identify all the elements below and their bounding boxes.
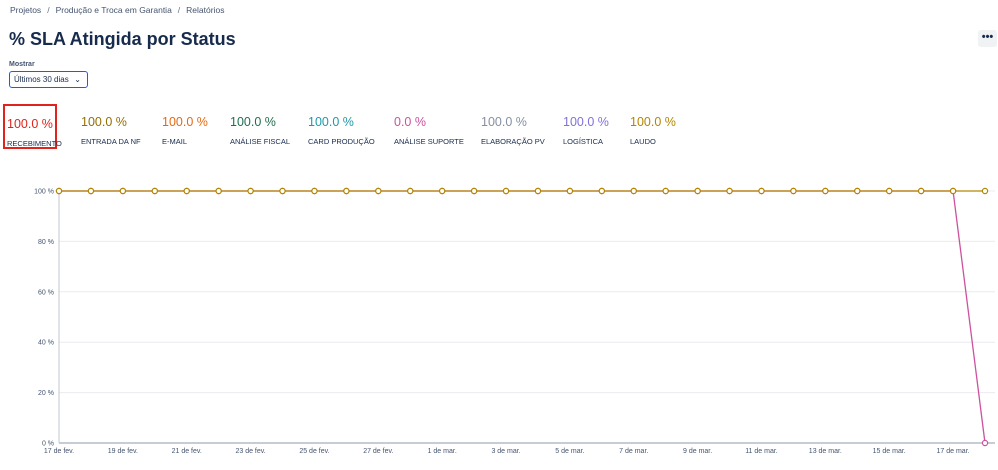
series-line bbox=[59, 190, 986, 444]
data-point bbox=[949, 187, 957, 195]
data-point bbox=[630, 187, 637, 195]
data-point bbox=[566, 187, 574, 195]
data-point bbox=[917, 187, 925, 195]
x-tick-label: 15 de mar. bbox=[873, 448, 906, 455]
data-point bbox=[407, 187, 414, 195]
y-tick-label: 40 % bbox=[38, 340, 54, 347]
data-point bbox=[438, 187, 446, 195]
x-tick-label: 17 de mar. bbox=[937, 448, 970, 455]
x-tick-label: 23 de fev. bbox=[235, 448, 265, 455]
data-point bbox=[375, 187, 382, 195]
x-tick-label: 27 de fev. bbox=[363, 448, 393, 455]
data-point bbox=[470, 187, 478, 195]
data-point bbox=[119, 187, 127, 195]
data-point bbox=[502, 187, 510, 195]
x-tick-label: 9 de mar. bbox=[683, 448, 712, 455]
data-point bbox=[886, 187, 893, 195]
x-tick-label: 17 de fev. bbox=[44, 448, 74, 455]
data-point bbox=[55, 187, 63, 195]
data-point bbox=[151, 187, 158, 195]
data-point bbox=[311, 187, 318, 195]
sla-line-chart: 100 % 80 % 60 % 40 % 20 % 0 %17 de fev. 19 de … bbox=[34, 187, 995, 455]
data-point bbox=[854, 187, 861, 195]
data-point bbox=[662, 187, 669, 195]
data-point bbox=[758, 187, 765, 195]
y-tick-label: 80 % bbox=[38, 239, 54, 246]
x-tick-label: 5 de mar. bbox=[555, 448, 584, 455]
data-point bbox=[981, 187, 989, 195]
y-tick-label: 100 % bbox=[34, 189, 54, 196]
x-tick-label: 21 de fev. bbox=[172, 448, 202, 455]
data-point bbox=[598, 187, 606, 195]
data-point bbox=[87, 187, 95, 195]
x-tick-label: 25 de fev. bbox=[299, 448, 329, 455]
y-tick-label: 60 % bbox=[38, 289, 54, 296]
data-point bbox=[790, 187, 797, 195]
data-point bbox=[981, 439, 989, 447]
x-tick-label: 13 de mar. bbox=[809, 448, 842, 455]
data-point bbox=[534, 187, 542, 195]
x-tick-label: 19 de fev. bbox=[108, 448, 138, 455]
data-point bbox=[215, 187, 222, 195]
y-tick-label: 0 % bbox=[42, 441, 54, 448]
x-tick-label: 3 de mar. bbox=[491, 448, 520, 455]
x-tick-label: 1 de mar. bbox=[428, 448, 457, 455]
data-point bbox=[822, 187, 829, 195]
y-tick-label: 20 % bbox=[38, 390, 54, 397]
x-tick-label: 7 de mar. bbox=[619, 448, 648, 455]
data-point bbox=[183, 187, 190, 195]
data-point bbox=[343, 187, 350, 195]
data-point bbox=[726, 187, 733, 195]
data-point bbox=[279, 187, 286, 195]
x-tick-label: 11 de mar. bbox=[745, 448, 778, 455]
data-point bbox=[247, 187, 254, 195]
data-point bbox=[694, 187, 701, 195]
